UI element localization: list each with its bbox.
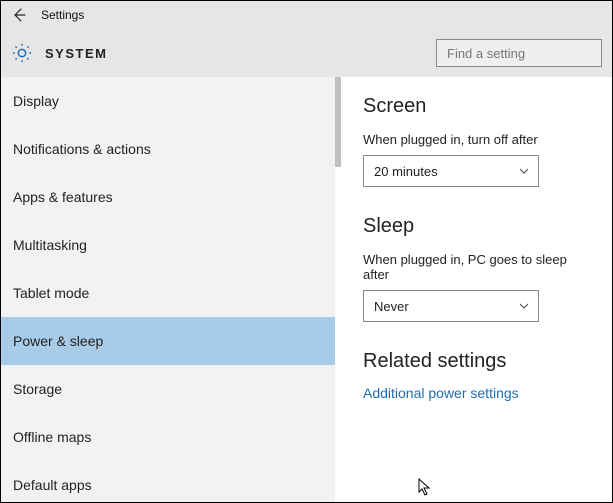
sidebar-item-label: Storage xyxy=(13,381,62,397)
sleep-plugged-label: When plugged in, PC goes to sleep after xyxy=(363,252,592,282)
sidebar-item-storage[interactable]: Storage xyxy=(1,365,335,413)
sidebar-item-display[interactable]: Display xyxy=(1,77,335,125)
sidebar-item-label: Tablet mode xyxy=(13,285,89,301)
section-title-related: Related settings xyxy=(363,350,592,373)
screen-plugged-label: When plugged in, turn off after xyxy=(363,132,592,147)
sidebar-item-label: Multitasking xyxy=(13,237,87,253)
section-title-screen: Screen xyxy=(363,95,592,118)
sidebar-item-label: Notifications & actions xyxy=(13,141,151,157)
sidebar-item-label: Default apps xyxy=(13,477,92,493)
page-title: SYSTEM xyxy=(45,46,107,61)
gear-icon xyxy=(11,42,33,64)
settings-window: Settings SYSTEM Display Notifications & … xyxy=(0,0,613,503)
sidebar-scrollbar[interactable] xyxy=(335,77,341,502)
sidebar-item-label: Apps & features xyxy=(13,189,113,205)
section-title-sleep: Sleep xyxy=(363,215,592,238)
header: SYSTEM xyxy=(1,29,612,77)
sidebar-item-power-sleep[interactable]: Power & sleep xyxy=(1,317,335,365)
sidebar-item-apps[interactable]: Apps & features xyxy=(1,173,335,221)
sleep-timeout-select[interactable]: Never xyxy=(363,290,539,322)
chevron-down-icon xyxy=(518,165,530,177)
back-arrow-icon xyxy=(11,7,27,23)
header-left: SYSTEM xyxy=(11,42,107,64)
window-title: Settings xyxy=(41,8,84,22)
sidebar-item-label: Power & sleep xyxy=(13,333,103,349)
sidebar-item-offline-maps[interactable]: Offline maps xyxy=(1,413,335,461)
back-button[interactable] xyxy=(9,5,29,25)
sidebar-item-label: Display xyxy=(13,93,59,109)
titlebar: Settings xyxy=(1,1,612,29)
sidebar-wrap: Display Notifications & actions Apps & f… xyxy=(1,77,341,502)
sidebar-item-default-apps[interactable]: Default apps xyxy=(1,461,335,502)
sleep-timeout-value: Never xyxy=(374,299,409,314)
sidebar-item-multitasking[interactable]: Multitasking xyxy=(1,221,335,269)
chevron-down-icon xyxy=(518,300,530,312)
sidebar-item-notifications[interactable]: Notifications & actions xyxy=(1,125,335,173)
search-input[interactable] xyxy=(436,39,602,67)
sidebar-item-label: Offline maps xyxy=(13,429,91,445)
sidebar: Display Notifications & actions Apps & f… xyxy=(1,77,335,502)
main-panel: Screen When plugged in, turn off after 2… xyxy=(341,77,612,502)
content: Display Notifications & actions Apps & f… xyxy=(1,77,612,502)
additional-power-settings-link[interactable]: Additional power settings xyxy=(363,385,592,401)
search-field[interactable] xyxy=(445,45,593,62)
sidebar-item-tablet-mode[interactable]: Tablet mode xyxy=(1,269,335,317)
screen-timeout-select[interactable]: 20 minutes xyxy=(363,155,539,187)
scrollbar-thumb[interactable] xyxy=(335,77,341,167)
screen-timeout-value: 20 minutes xyxy=(374,164,438,179)
